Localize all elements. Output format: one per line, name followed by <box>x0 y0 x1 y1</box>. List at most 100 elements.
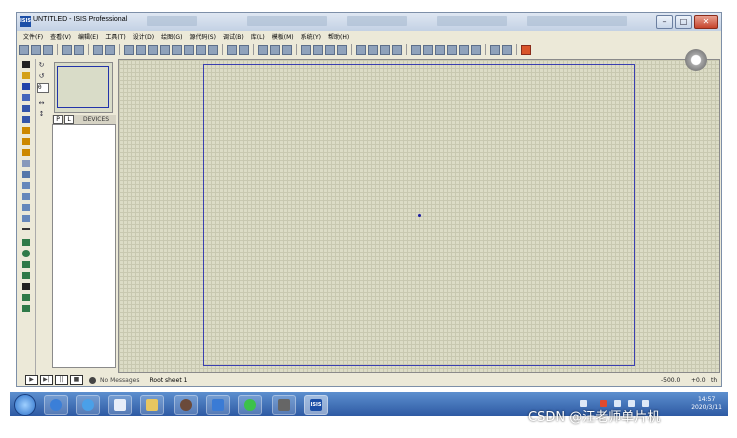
tape-recorder-icon[interactable] <box>22 171 30 178</box>
menu-template[interactable]: 模板(M) <box>272 32 294 41</box>
rotate-clockwise-icon[interactable]: ↻ <box>37 61 46 69</box>
new-sheet-icon[interactable] <box>447 44 457 55</box>
packaging-icon[interactable] <box>380 44 390 55</box>
origin-icon[interactable] <box>148 44 158 55</box>
device-pins-icon[interactable] <box>22 149 30 156</box>
cut-icon[interactable] <box>258 44 268 55</box>
taskbar-app-isis[interactable]: ISIS <box>304 395 328 415</box>
zoom-out-icon[interactable] <box>184 44 194 55</box>
step-button[interactable]: ▶| <box>40 375 53 385</box>
schematic-canvas[interactable] <box>118 59 720 373</box>
menu-debug[interactable]: 调试(B) <box>223 32 244 41</box>
menu-system[interactable]: 系统(Y) <box>301 32 321 41</box>
menu-source[interactable]: 源代码(S) <box>189 32 216 41</box>
pause-button[interactable]: || <box>55 375 68 385</box>
selection-mode-icon[interactable] <box>22 61 30 68</box>
wire-autorouter-icon[interactable] <box>411 44 421 55</box>
terminals-icon[interactable] <box>22 138 30 145</box>
circle-draw-icon[interactable] <box>22 250 30 257</box>
paste-icon[interactable] <box>282 44 292 55</box>
export-icon[interactable] <box>74 44 84 55</box>
taskbar-app-wechat[interactable] <box>238 395 262 415</box>
block-copy-icon[interactable] <box>301 44 311 55</box>
new-file-icon[interactable] <box>19 44 29 55</box>
redo-icon[interactable] <box>239 44 249 55</box>
menu-help[interactable]: 帮助(H) <box>328 32 349 41</box>
property-assign-icon[interactable] <box>435 44 445 55</box>
minimize-button[interactable]: – <box>656 15 673 29</box>
menu-design[interactable]: 设计(D) <box>133 32 154 41</box>
search-tag-icon[interactable] <box>423 44 433 55</box>
bus-icon[interactable] <box>22 116 30 123</box>
stop-button[interactable]: ■ <box>70 375 83 385</box>
menu-tools[interactable]: 工具(T) <box>105 32 125 41</box>
junction-dot-icon[interactable] <box>22 83 30 90</box>
decompose-icon[interactable] <box>392 44 402 55</box>
text-script-icon[interactable] <box>22 105 30 112</box>
taskbar-app-ie[interactable] <box>76 395 100 415</box>
generator-icon[interactable] <box>22 182 30 189</box>
taskbar-app-explorer[interactable] <box>140 395 164 415</box>
print-icon[interactable] <box>93 44 103 55</box>
current-probe-icon[interactable] <box>22 204 30 211</box>
floating-camera-icon[interactable] <box>685 49 707 71</box>
bom-report-icon[interactable] <box>490 44 500 55</box>
undo-icon[interactable] <box>227 44 237 55</box>
block-move-icon[interactable] <box>313 44 323 55</box>
text-draw-icon[interactable] <box>22 283 30 290</box>
menu-file[interactable]: 文件(F) <box>23 32 43 41</box>
graph-icon[interactable] <box>22 160 30 167</box>
rotate-anticlockwise-icon[interactable]: ↺ <box>37 72 46 80</box>
overview-window[interactable] <box>54 62 113 113</box>
menu-library[interactable]: 库(L) <box>251 32 265 41</box>
print-area-icon[interactable] <box>105 44 115 55</box>
pan-icon[interactable] <box>160 44 170 55</box>
mirror-x-icon[interactable]: ↔ <box>37 99 46 107</box>
zoom-all-icon[interactable] <box>196 44 206 55</box>
path-draw-icon[interactable] <box>22 272 30 279</box>
remove-sheet-icon[interactable] <box>459 44 469 55</box>
rotation-angle-field[interactable]: 0 <box>37 83 49 93</box>
arc-draw-icon[interactable] <box>22 261 30 268</box>
block-rotate-icon[interactable] <box>325 44 335 55</box>
menu-edit[interactable]: 编辑(E) <box>78 32 98 41</box>
grid-icon[interactable] <box>136 44 146 55</box>
taskbar-clock[interactable]: 14:57 2020/3/11 <box>691 396 722 412</box>
taskbar-app-client[interactable] <box>108 395 132 415</box>
component-mode-icon[interactable] <box>22 72 30 79</box>
open-folder-icon[interactable] <box>31 44 41 55</box>
start-button[interactable] <box>14 394 36 416</box>
voltage-probe-icon[interactable] <box>22 193 30 200</box>
mirror-y-icon[interactable]: ↕ <box>37 110 46 118</box>
taskbar-app-wps[interactable] <box>206 395 230 415</box>
save-icon[interactable] <box>43 44 53 55</box>
maximize-button[interactable]: □ <box>675 15 692 29</box>
device-list[interactable] <box>52 124 116 368</box>
erc-report-icon[interactable] <box>502 44 512 55</box>
make-device-icon[interactable] <box>368 44 378 55</box>
pick-devices-tab[interactable]: P <box>53 115 63 124</box>
menu-graph[interactable]: 绘图(G) <box>161 32 182 41</box>
play-button[interactable]: ▶ <box>25 375 38 385</box>
library-manager-tab[interactable]: L <box>64 115 74 124</box>
netlist-to-ares-icon[interactable] <box>521 44 531 55</box>
menu-view[interactable]: 查看(V) <box>50 32 71 41</box>
close-button[interactable]: ✕ <box>694 15 718 29</box>
line-draw-icon[interactable] <box>22 228 30 230</box>
wire-label-icon[interactable] <box>22 94 30 101</box>
exit-to-parent-icon[interactable] <box>471 44 481 55</box>
marker-icon[interactable] <box>22 305 30 312</box>
zoom-in-icon[interactable] <box>172 44 182 55</box>
block-delete-icon[interactable] <box>337 44 347 55</box>
import-icon[interactable] <box>62 44 72 55</box>
taskbar-app-browser[interactable] <box>44 395 68 415</box>
taskbar-app-tools[interactable] <box>272 395 296 415</box>
zoom-area-icon[interactable] <box>208 44 218 55</box>
virtual-instruments-icon[interactable] <box>22 215 30 222</box>
subcircuit-icon[interactable] <box>22 127 30 134</box>
taskbar-app-avatar[interactable] <box>174 395 198 415</box>
redraw-icon[interactable] <box>124 44 134 55</box>
copy-icon[interactable] <box>270 44 280 55</box>
title-bar[interactable]: ISIS UNTITLED - ISIS Professional – □ ✕ <box>17 13 721 31</box>
symbol-icon[interactable] <box>22 294 30 301</box>
